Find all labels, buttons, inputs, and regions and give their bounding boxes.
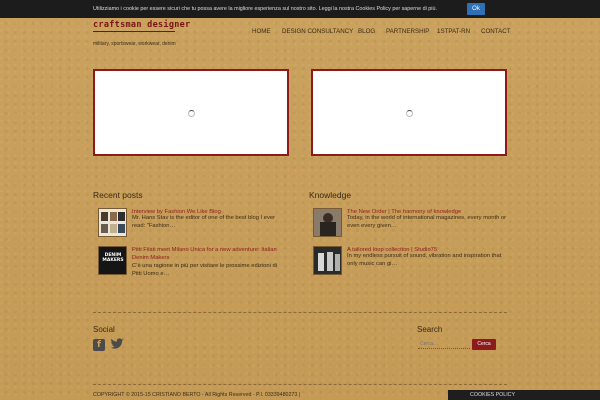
nav-item-contact[interactable]: CONTACT [481, 28, 510, 35]
post-thumbnail[interactable]: DENIM MAKERS [98, 246, 127, 275]
cookie-consent-bar: Utilizziamo i cookie per essere sicuri c… [0, 0, 600, 18]
twitter-icon[interactable] [110, 338, 124, 350]
knowledge-item[interactable]: The New Order | The harmony of knowledge… [313, 208, 507, 240]
knowledge-title: Knowledge [309, 190, 352, 200]
recent-posts-title: Recent posts [93, 190, 143, 200]
copyright-text: COPYRIGHT © 2015-15 CRISTIANO BERTO - Al… [93, 392, 301, 398]
search-input[interactable] [418, 340, 470, 349]
nav-item-design-consultancy[interactable]: DESIGN CONSULTANCY [282, 28, 353, 35]
facebook-icon[interactable]: f [93, 339, 105, 351]
post-thumbnail[interactable] [313, 246, 342, 275]
post-excerpt: Today, in the world of international mag… [347, 215, 507, 229]
post-excerpt: In my endless pursuit of sound, vibratio… [347, 253, 502, 267]
social-title: Social [93, 325, 115, 334]
logo-tagline: military, sportswear, workwear, denim [93, 41, 176, 47]
post-excerpt: Mr. Hans Stav is the editor of one of th… [132, 215, 276, 229]
nav-item-home[interactable]: HOME [252, 28, 271, 35]
footer-divider [93, 312, 507, 313]
main-nav: HOME DESIGN CONSULTANCY BLOG PARTNERSHIP… [0, 28, 600, 40]
post-thumbnail[interactable] [98, 208, 127, 237]
slider-right[interactable] [311, 69, 507, 156]
nav-item-blog[interactable]: BLOG [358, 28, 375, 35]
nav-item-partnership[interactable]: PARTNERSHIP [386, 28, 429, 35]
slider-left[interactable] [93, 69, 289, 156]
thumbnail-text: DENIM MAKERS [102, 253, 124, 263]
loading-spinner-icon [406, 109, 413, 117]
post-title-link[interactable]: Pitti Filati meet Milano Unica for a new… [132, 246, 288, 262]
bottom-bar: COPYRIGHT © 2015-15 CRISTIANO BERTO - Al… [0, 390, 600, 400]
search-button[interactable]: Cerca [472, 339, 496, 350]
cookie-policy-link[interactable]: COOKIES POLICY [448, 390, 600, 400]
nav-item-1stpat-rn[interactable]: 1STPAT-RN [437, 28, 470, 35]
cookie-consent-text: Utilizziamo i cookie per essere sicuri c… [93, 6, 437, 12]
cookie-ok-button[interactable]: Ok [467, 3, 485, 15]
recent-post-item[interactable]: Interview by Fashion We Like Blog Mr. Ha… [98, 208, 288, 240]
post-thumbnail[interactable] [313, 208, 342, 237]
bottom-divider [93, 384, 507, 385]
knowledge-item[interactable]: A tailored loop collection | Studio75 In… [313, 246, 507, 278]
recent-post-item[interactable]: DENIM MAKERS Pitti Filati meet Milano Un… [98, 246, 288, 280]
post-excerpt: C’è una ragione in più per visitare le p… [132, 263, 277, 277]
loading-spinner-icon [188, 109, 195, 117]
search-title: Search [417, 325, 443, 334]
